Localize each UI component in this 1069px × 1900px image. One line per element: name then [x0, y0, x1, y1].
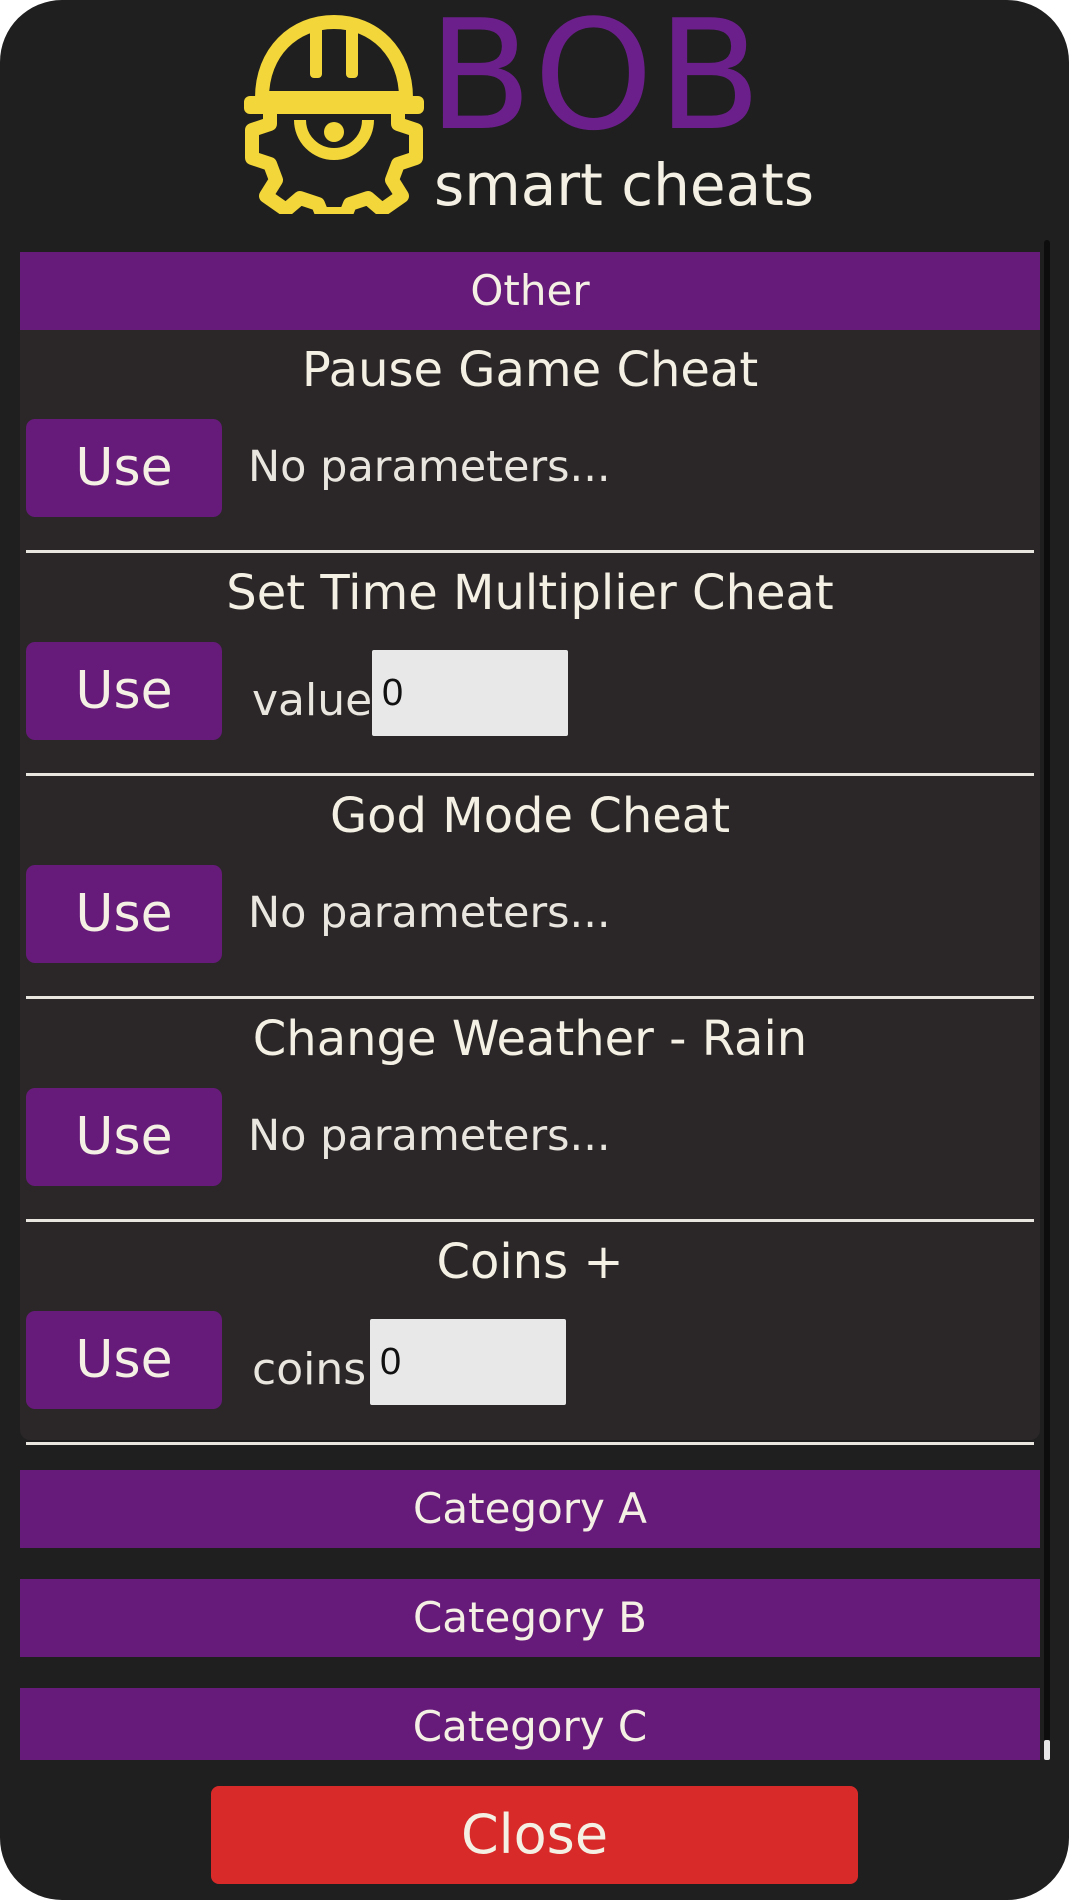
scrollbar-thumb[interactable]	[1044, 1740, 1050, 1760]
cheat-title: Change Weather - Rain	[252, 1011, 808, 1067]
category-header-c[interactable]: Category C	[20, 1688, 1040, 1760]
brand-name: BOB	[428, 0, 766, 164]
param-label-coins: coins	[252, 1344, 367, 1395]
value-input[interactable]	[372, 650, 568, 736]
cheat-item: Coins + Use coins	[20, 1222, 1040, 1445]
coins-input[interactable]	[370, 1319, 566, 1405]
cheat-title: God Mode Cheat	[329, 788, 731, 844]
hardhat-gear-icon	[244, 15, 424, 214]
brand-tagline: smart cheats	[434, 151, 815, 219]
category-panel-other: Pause Game Cheat Use No parameters... Se…	[20, 330, 1040, 1445]
no-parameters-text: No parameters...	[248, 442, 611, 492]
param-label-value: value	[252, 675, 373, 726]
use-button[interactable]: Use	[26, 642, 222, 740]
cheat-item: Change Weather - Rain Use No parameters.…	[20, 999, 1040, 1222]
use-button[interactable]: Use	[26, 865, 222, 963]
cheat-item: Pause Game Cheat Use No parameters...	[20, 330, 1040, 553]
category-header-other[interactable]: Other	[20, 252, 1040, 330]
use-button[interactable]: Use	[26, 1311, 222, 1409]
close-button[interactable]: Close	[211, 1786, 858, 1884]
cheat-menu-window: BOB smart cheats Other Pause Game Cheat …	[0, 0, 1069, 1900]
cheat-list-scroll-area[interactable]: Other Pause Game Cheat Use No parameters…	[20, 252, 1040, 1760]
category-header-a[interactable]: Category A	[20, 1470, 1040, 1548]
no-parameters-text: No parameters...	[248, 1111, 611, 1161]
category-header-b[interactable]: Category B	[20, 1579, 1040, 1657]
use-button[interactable]: Use	[26, 1088, 222, 1186]
divider	[26, 1442, 1034, 1445]
use-button[interactable]: Use	[26, 419, 222, 517]
cheat-title: Coins +	[436, 1234, 624, 1290]
cheat-title: Set Time Multiplier Cheat	[226, 565, 834, 621]
cheat-item: God Mode Cheat Use No parameters...	[20, 776, 1040, 999]
cheat-item: Set Time Multiplier Cheat Use value	[20, 553, 1040, 776]
scrollbar[interactable]	[1044, 240, 1050, 1760]
no-parameters-text: No parameters...	[248, 888, 611, 938]
cheat-title: Pause Game Cheat	[301, 342, 759, 398]
